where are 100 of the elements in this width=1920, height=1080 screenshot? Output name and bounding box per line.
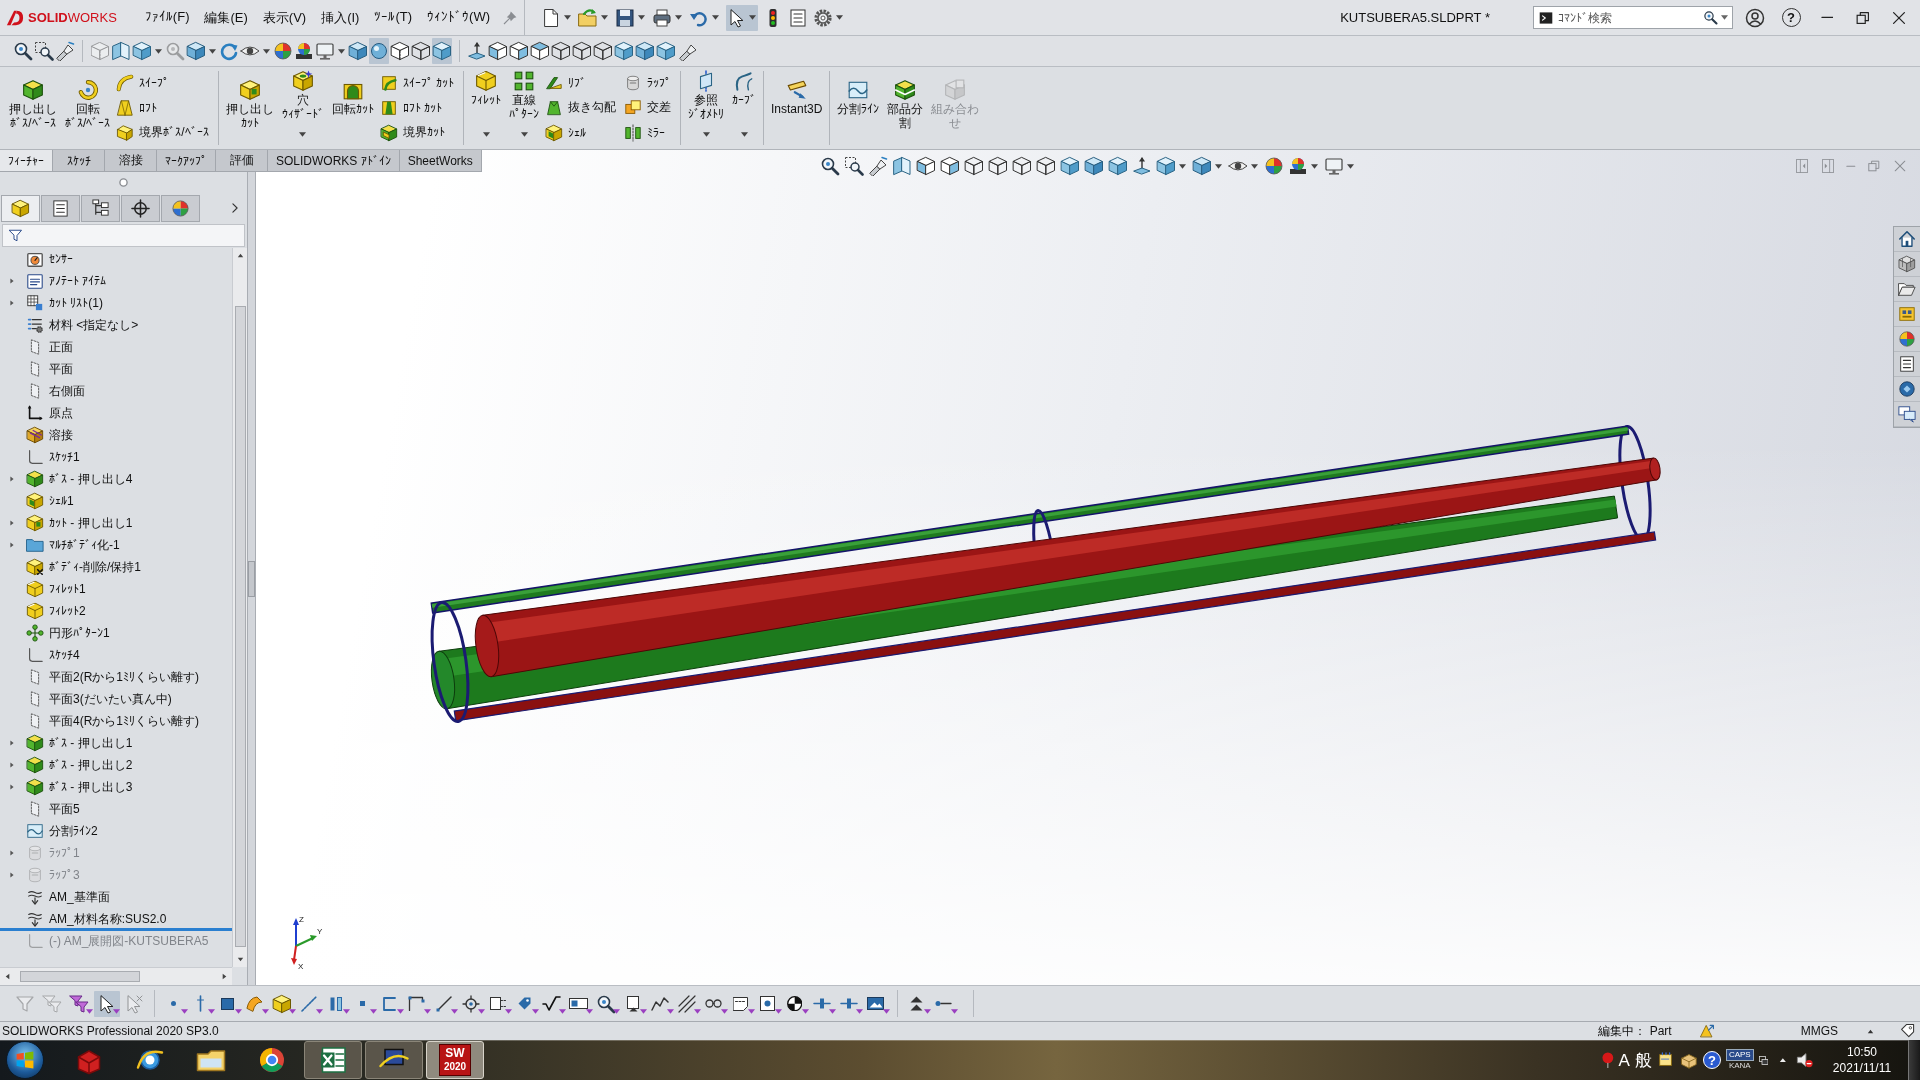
unit-system-label[interactable]: MMGS — [1798, 1024, 1838, 1038]
ribbon-button[interactable]: Instant3D — [767, 67, 827, 149]
tree-item-label[interactable]: ﾎﾞｽ - 押し出し4 — [49, 470, 133, 488]
parcel-icon[interactable] — [1679, 1051, 1698, 1069]
tree-item-label[interactable]: ｱﾉﾃｰﾄ ｱｲﾃﾑ — [49, 274, 107, 288]
scrollbar[interactable] — [0, 967, 232, 985]
tree-item-label[interactable]: 分割ﾗｲﾝ2 — [49, 822, 98, 840]
ribbon-button[interactable]: ﾛﾌﾄ ｶｯﾄ — [377, 95, 461, 120]
globe-icon[interactable] — [1898, 380, 1916, 398]
minimize-icon[interactable] — [1820, 16, 1834, 19]
menu-item[interactable]: 表示(V) — [262, 8, 307, 27]
tree-item-label[interactable]: ｽｹｯﾁ4 — [49, 648, 80, 662]
tree-item-label[interactable]: 平面5 — [49, 800, 80, 818]
expand-arrow-icon[interactable] — [8, 475, 16, 483]
ribbon-button[interactable]: 境界ｶｯﾄ — [377, 120, 461, 145]
expand-arrow-icon[interactable] — [8, 783, 16, 791]
ribbon-button[interactable]: 参照 ｼﾞｵﾒﾄﾘ — [684, 67, 729, 149]
scrollbar-thumb[interactable] — [20, 971, 140, 982]
ribbon-button[interactable]: 抜き勾配 — [543, 95, 623, 120]
tree-item-label[interactable]: ｽｹｯﾁ1 — [49, 450, 80, 464]
ribbon-tab[interactable]: ﾌｨｰﾁｬｰ — [0, 150, 53, 172]
ribbon-button[interactable]: ｶｰﾌﾞ — [728, 67, 761, 149]
tree-item-label[interactable]: ｼｪﾙ1 — [49, 494, 74, 508]
tree-item-label[interactable]: 平面3(だいたい真ん中) — [49, 690, 172, 708]
ribbon-tab[interactable]: SheetWorks — [399, 150, 482, 172]
scrollbar[interactable] — [232, 248, 247, 967]
magnifier-icon[interactable] — [1703, 10, 1718, 25]
ribbon-button[interactable]: 直線 ﾊﾟﾀｰﾝ — [505, 67, 544, 149]
user-icon[interactable] — [1745, 7, 1765, 28]
filter-field[interactable] — [2, 224, 245, 247]
tree-item-label[interactable]: ｾﾝｻｰ — [49, 252, 73, 266]
ribbon-button[interactable]: 押し出し ﾎﾞｽ/ﾍﾞｰｽ — [5, 67, 61, 149]
pin-icon[interactable] — [502, 9, 518, 26]
tree-item-label[interactable]: ﾎﾞﾃﾞｨ-削除/保持1 — [49, 558, 141, 576]
tree-item-label[interactable]: ﾎﾞｽ - 押し出し2 — [49, 756, 133, 774]
expand-arrow-icon[interactable] — [8, 739, 16, 747]
ribbon-button[interactable]: ｽｲｰﾌﾟ ｶｯﾄ — [377, 70, 461, 95]
ribbon-button[interactable]: ﾛﾌﾄ — [114, 95, 215, 120]
list-icon[interactable] — [1898, 355, 1916, 373]
ribbon-button[interactable]: ｼｪﾙ — [543, 120, 623, 145]
tree-item-label[interactable]: ﾌｨﾚｯﾄ1 — [49, 582, 86, 596]
scrollbar-thumb[interactable] — [234, 306, 246, 947]
ribbon-button[interactable]: 穴 ｳｨｻﾞｰﾄﾞ — [277, 67, 328, 149]
warning-arrow-icon[interactable] — [1698, 1023, 1715, 1039]
ime-kanji-label[interactable]: 般 — [1634, 1051, 1652, 1069]
ribbon-button[interactable]: ﾘﾌﾞ — [543, 70, 623, 95]
color-wheel-icon[interactable] — [1898, 330, 1916, 348]
tree-item-label[interactable]: 原点 — [49, 404, 73, 422]
menu-item[interactable]: ﾌｧｲﾙ(F) — [144, 8, 190, 27]
ribbon-button[interactable]: ﾌｨﾚｯﾄ — [467, 67, 506, 149]
menu-item[interactable]: 編集(E) — [204, 8, 248, 27]
show-hidden-icon[interactable] — [1779, 1057, 1787, 1063]
tag-icon[interactable] — [1900, 1023, 1916, 1039]
expand-arrow-icon[interactable] — [8, 299, 16, 307]
tree-item-label[interactable]: 正面 — [49, 338, 73, 356]
tree-item-label[interactable]: ﾌｨﾚｯﾄ2 — [49, 604, 86, 618]
expand-arrow-icon[interactable] — [8, 519, 16, 527]
caret-icon[interactable] — [1721, 15, 1728, 20]
open-folder-icon[interactable] — [1898, 280, 1916, 298]
expand-arrow-icon[interactable] — [8, 871, 16, 879]
tree-item-label[interactable]: ﾏﾙﾁﾎﾞﾃﾞｨ化-1 — [49, 536, 120, 554]
ribbon-button[interactable]: ﾐﾗｰ — [622, 120, 678, 145]
ribbon-button[interactable]: 境界ﾎﾞｽ/ﾍﾞｰｽ — [114, 120, 215, 145]
tree-item-label[interactable]: ﾎﾞｽ - 押し出し3 — [49, 778, 133, 796]
striped-cube-icon[interactable] — [1898, 255, 1916, 273]
home-icon[interactable] — [1898, 230, 1916, 248]
tree-item-label[interactable]: 平面2(Rから1ﾐﾘくらい離す) — [49, 668, 199, 686]
tree-item-label[interactable]: ｶｯﾄ - 押し出し1 — [49, 514, 133, 532]
menu-item[interactable]: 挿入(I) — [321, 8, 360, 27]
muted-speaker-icon[interactable] — [1796, 1051, 1814, 1069]
balloon-icon[interactable] — [1601, 1051, 1614, 1069]
ribbon-button[interactable]: 回転ｶｯﾄ — [327, 67, 378, 149]
tree-item-label[interactable]: 平面 — [49, 360, 73, 378]
expand-arrow-icon[interactable] — [8, 849, 16, 857]
expand-arrow-icon[interactable] — [8, 541, 16, 549]
ribbon-button[interactable]: 交差 — [622, 95, 678, 120]
ribbon-tab[interactable]: ﾏｰｸｱｯﾌﾟ — [157, 150, 216, 172]
ribbon-button[interactable]: ﾗｯﾌﾟ — [622, 70, 678, 95]
tree-item-label[interactable]: AM_材料名称:SUS2.0 — [49, 910, 167, 928]
notepad-icon[interactable] — [1656, 1051, 1675, 1069]
ribbon-tab[interactable]: ｽｹｯﾁ — [53, 150, 105, 172]
ribbon-button[interactable]: 部品分 割 — [883, 67, 928, 149]
ribbon-button[interactable]: 分割ﾗｲﾝ — [833, 67, 884, 149]
tree-item-label[interactable]: AM_基準面 — [49, 888, 110, 906]
tree-item-label[interactable]: 平面4(Rから1ﾐﾘくらい離す) — [49, 712, 199, 730]
clock-time[interactable]: 10:50 — [1847, 1044, 1877, 1060]
help-button[interactable]: ? — [1702, 1051, 1721, 1069]
tree-item-label[interactable]: 右側面 — [49, 382, 85, 400]
panel-tab[interactable] — [81, 194, 120, 222]
speech-bubbles-icon[interactable] — [1898, 405, 1916, 423]
clock-date[interactable]: 2021/11/11 — [1832, 1060, 1892, 1076]
toolbar-button[interactable] — [94, 990, 120, 1017]
search-field[interactable]: ｺﾏﾝﾄﾞ検索 — [1533, 6, 1733, 29]
ribbon-button[interactable]: 回転 ﾎﾞｽ/ﾍﾞｰｽ — [61, 67, 115, 149]
expand-arrow-icon[interactable] — [8, 761, 16, 769]
ribbon-button[interactable]: ｽｲｰﾌﾟ — [114, 70, 215, 95]
ribbon-tab[interactable]: 溶接 — [105, 150, 157, 172]
collapse-handle[interactable] — [248, 560, 255, 597]
expand-arrow-icon[interactable] — [8, 277, 16, 285]
tree-item-label[interactable]: 円形ﾊﾟﾀｰﾝ1 — [49, 624, 110, 642]
